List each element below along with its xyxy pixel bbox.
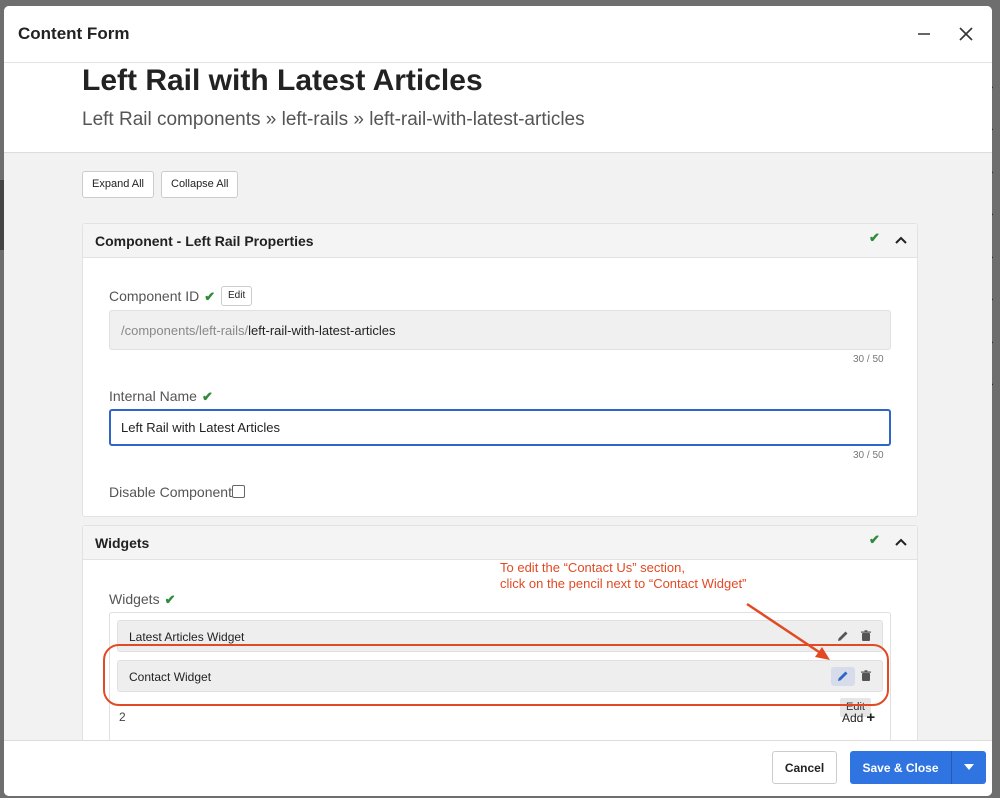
pencil-icon: [838, 671, 848, 681]
dialog-footer: Cancel Save & Close: [4, 740, 992, 796]
widgets-field-label: Widgets ✔: [109, 591, 176, 607]
edit-widget-button[interactable]: [831, 667, 855, 686]
dialog-title: Content Form: [18, 24, 130, 43]
panel-title: Component - Left Rail Properties: [95, 233, 314, 249]
minus-icon: [918, 33, 930, 35]
character-counter: 30 / 50: [853, 354, 884, 365]
cancel-button[interactable]: Cancel: [772, 751, 837, 784]
list-item[interactable]: Contact Widget Edit: [117, 660, 883, 717]
component-id-edit-button[interactable]: Edit: [221, 286, 253, 306]
breadcrumb: Left Rail components » left-rails » left…: [82, 109, 585, 130]
add-widget-button[interactable]: Add +: [842, 709, 875, 726]
component-id-prefix: /components/left-rails/: [121, 323, 249, 338]
form-content[interactable]: Expand All Collapse All Component - Left…: [4, 153, 992, 740]
save-options-button[interactable]: [951, 751, 986, 784]
check-icon: ✔: [869, 230, 880, 245]
minimize-button[interactable]: [910, 20, 938, 48]
character-counter: 30 / 50: [853, 450, 884, 461]
widgets-panel: Widgets ✔ Widgets ✔ Latest Articles Widge…: [82, 525, 918, 740]
list-item[interactable]: Latest Articles Widget: [117, 620, 883, 652]
widget-count: 2: [119, 710, 126, 724]
component-properties-panel: Component - Left Rail Properties ✔ Compo…: [82, 223, 918, 517]
close-button[interactable]: [952, 20, 980, 48]
trash-icon[interactable]: [859, 669, 873, 683]
pencil-icon[interactable]: [836, 629, 850, 643]
widget-name: Contact Widget: [129, 670, 212, 684]
panel-header[interactable]: Widgets ✔: [83, 526, 917, 560]
panel-header[interactable]: Component - Left Rail Properties ✔: [83, 224, 917, 258]
plus-icon: +: [866, 709, 876, 726]
trash-icon[interactable]: [859, 629, 873, 643]
chevron-up-icon[interactable]: [893, 232, 909, 248]
chevron-up-icon[interactable]: [893, 534, 909, 550]
component-id-field: /components/left-rails/left-rail-with-la…: [109, 310, 891, 350]
page-title: Left Rail with Latest Articles: [82, 64, 483, 97]
widgets-list: Latest Articles Widget Contact Widget Ed…: [109, 612, 891, 740]
disable-component-checkbox[interactable]: [232, 485, 245, 498]
disable-component-label: Disable Component: [109, 484, 232, 500]
check-icon: ✔: [201, 389, 213, 404]
tutorial-annotation: To edit the “Contact Us” section, click …: [500, 560, 747, 591]
close-icon: [959, 27, 973, 41]
expand-all-button[interactable]: Expand All: [82, 171, 154, 198]
page-header: Left Rail with Latest Articles Left Rail…: [4, 64, 992, 153]
caret-down-icon: [964, 764, 974, 770]
check-icon: ✔: [164, 592, 176, 607]
component-id-value: left-rail-with-latest-articles: [248, 323, 396, 338]
check-icon: ✔: [204, 289, 216, 304]
internal-name-input[interactable]: [109, 409, 891, 446]
content-form-dialog: Content Form Left Rail with Latest Artic…: [4, 6, 992, 796]
internal-name-label: Internal Name ✔: [109, 388, 213, 404]
widget-name: Latest Articles Widget: [129, 630, 245, 644]
panel-title: Widgets: [95, 535, 150, 551]
component-id-label: Component ID ✔: [109, 288, 216, 304]
dialog-header: Content Form: [4, 6, 992, 63]
collapse-all-button[interactable]: Collapse All: [161, 171, 239, 198]
save-close-button[interactable]: Save & Close: [850, 751, 951, 784]
check-icon: ✔: [869, 532, 880, 547]
